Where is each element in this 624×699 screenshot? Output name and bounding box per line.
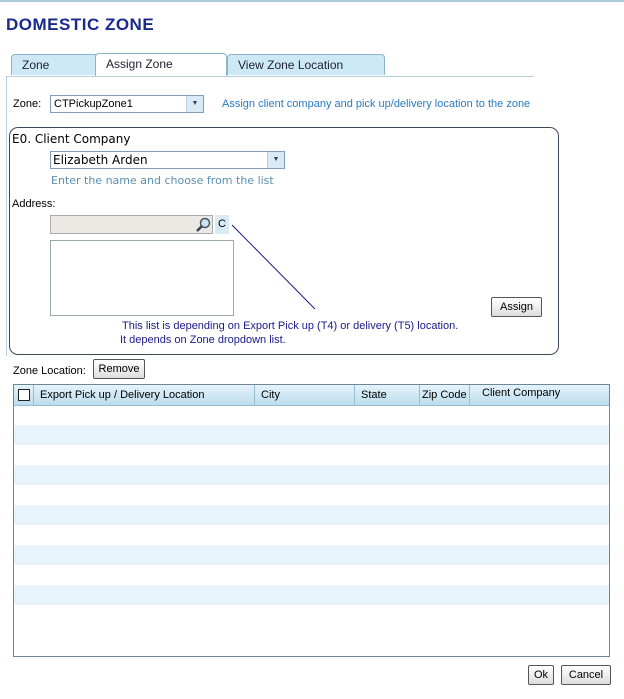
column-city[interactable]: City (255, 385, 355, 405)
magnifier-icon[interactable] (195, 217, 211, 233)
address-list[interactable] (50, 240, 234, 316)
client-company-heading: E0. Client Company (12, 132, 131, 146)
client-company-dropdown[interactable]: Elizabeth Arden ▼ (50, 151, 285, 169)
column-client-company[interactable]: Client Company (470, 385, 609, 405)
tab-zone[interactable]: Zone (11, 54, 99, 75)
table-header: Export Pick up / Delivery Location City … (14, 385, 609, 406)
column-location[interactable]: Export Pick up / Delivery Location (34, 385, 255, 405)
select-all-column (14, 385, 34, 405)
cancel-button[interactable]: Cancel (561, 665, 611, 685)
table-row (14, 485, 609, 505)
table-row (14, 525, 609, 545)
assign-button[interactable]: Assign (491, 297, 542, 317)
zone-value: CTPickupZone1 (54, 98, 133, 110)
tab-view-zone-location[interactable]: View Zone Location (227, 54, 385, 75)
select-all-checkbox[interactable] (18, 389, 30, 401)
tab-assign-zone[interactable]: Assign Zone (95, 53, 227, 77)
client-company-hint: Enter the name and choose from the list (51, 174, 274, 187)
clear-address-button[interactable]: C (215, 215, 229, 234)
zone-label: Zone: (13, 98, 42, 110)
table-row (14, 405, 609, 425)
table-row (14, 465, 609, 485)
client-company-value: Elizabeth Arden (53, 153, 148, 167)
tab-divider (6, 76, 534, 77)
chevron-down-icon[interactable]: ▼ (186, 96, 203, 112)
table-row (14, 605, 609, 625)
content-border (6, 76, 7, 356)
list-note-2: It depends on Zone dropdown list. (120, 334, 286, 346)
chevron-down-icon[interactable]: ▼ (267, 152, 284, 168)
zone-location-label: Zone Location: (13, 365, 86, 377)
table-row (14, 505, 609, 525)
address-search-input[interactable] (50, 215, 213, 234)
remove-button[interactable]: Remove (93, 359, 145, 379)
table-row (14, 565, 609, 585)
table-row (14, 445, 609, 465)
ok-button[interactable]: Ok (528, 665, 554, 685)
annotation-line (231, 224, 316, 310)
table-row (14, 545, 609, 565)
top-border (0, 0, 624, 2)
list-note-1: This list is depending on Export Pick up… (122, 320, 459, 332)
zone-hint: Assign client company and pick up/delive… (222, 98, 531, 110)
table-row (14, 585, 609, 605)
zone-location-table: Export Pick up / Delivery Location City … (13, 384, 610, 657)
column-zip-code[interactable]: Zip Code (420, 385, 470, 405)
page-title: DOMESTIC ZONE (6, 15, 155, 34)
table-row (14, 425, 609, 445)
zone-dropdown[interactable]: CTPickupZone1 ▼ (50, 95, 204, 113)
address-label: Address: (12, 198, 56, 210)
column-state[interactable]: State (355, 385, 420, 405)
